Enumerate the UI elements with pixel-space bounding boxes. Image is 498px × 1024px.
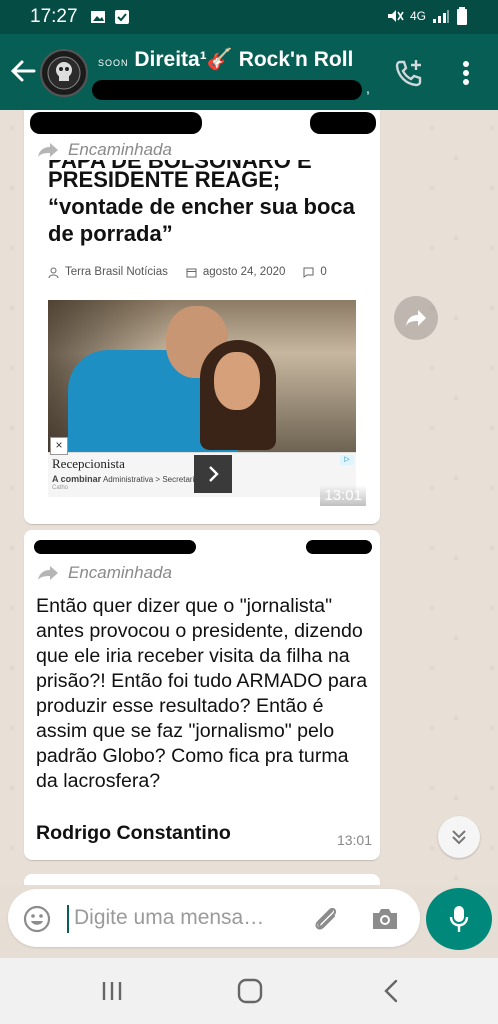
system-nav-bar bbox=[0, 958, 498, 1024]
chat-area[interactable]: Encaminhada PAPA DE BOLSONARO E PRESIDEN… bbox=[0, 110, 498, 885]
message-time: 13:01 bbox=[336, 832, 372, 848]
article-date: agosto 24, 2020 bbox=[202, 266, 286, 278]
message-bubble[interactable]: Encaminhada Então quer dizer que o "jorn… bbox=[24, 530, 380, 860]
scroll-to-bottom-button[interactable] bbox=[438, 816, 480, 858]
chevron-right-icon bbox=[209, 466, 219, 482]
author-icon bbox=[48, 267, 59, 278]
battery-icon bbox=[457, 7, 467, 25]
message-time: 13:01 bbox=[320, 485, 366, 506]
group-title: Direita¹🎸 Rock'n Roll bbox=[134, 48, 354, 71]
signal-icon bbox=[433, 10, 449, 23]
calendar-icon bbox=[186, 268, 197, 277]
message-input[interactable] bbox=[74, 889, 294, 947]
back-arrow-icon[interactable] bbox=[8, 56, 38, 86]
ad-subtitle: A combinar Administrativa > Secretariado bbox=[52, 474, 208, 484]
members-tail: , bbox=[366, 80, 370, 96]
forward-arrow-icon bbox=[38, 143, 58, 157]
article-comments: 0 bbox=[320, 266, 327, 278]
text-cursor bbox=[67, 905, 69, 933]
ad-brand: Catho bbox=[52, 485, 69, 491]
mute-icon bbox=[387, 10, 404, 22]
group-avatar[interactable] bbox=[40, 49, 88, 97]
ad-close-button[interactable]: × bbox=[50, 437, 68, 455]
home-icon[interactable] bbox=[236, 978, 264, 1004]
group-prefix: SOON bbox=[98, 58, 129, 68]
forward-arrow-icon bbox=[38, 566, 58, 580]
image-icon bbox=[90, 11, 105, 23]
phone-redacted bbox=[310, 112, 376, 134]
status-bar: 17:27 4G bbox=[0, 0, 498, 34]
forward-share-icon bbox=[406, 310, 426, 326]
article-photo bbox=[48, 300, 356, 452]
message-signature: Rodrigo Constantino bbox=[36, 822, 231, 844]
microphone-icon bbox=[449, 906, 469, 932]
mic-button[interactable] bbox=[426, 888, 492, 950]
members-redacted bbox=[92, 80, 362, 100]
comment-icon bbox=[303, 267, 314, 278]
link-preview-article[interactable]: PAPA DE BOLSONARO E PRESIDENTE REAGE; “v… bbox=[30, 160, 374, 512]
status-time: 17:27 bbox=[30, 6, 78, 27]
ad-next-button[interactable] bbox=[194, 455, 232, 493]
ad-title: Recepcionista bbox=[52, 456, 125, 471]
nav-back-icon[interactable] bbox=[380, 978, 402, 1004]
message-bubble[interactable]: Encaminhada PAPA DE BOLSONARO E PRESIDEN… bbox=[24, 110, 380, 524]
share-button[interactable] bbox=[394, 296, 438, 340]
network-type: 4G bbox=[409, 9, 426, 23]
message-composer bbox=[8, 889, 420, 947]
article-meta: Terra Brasil Notícias agosto 24, 2020 0 bbox=[48, 266, 327, 278]
article-headline: PRESIDENTE REAGE; “vontade de encher sua… bbox=[48, 167, 355, 246]
message-bubble-partial[interactable] bbox=[24, 874, 380, 885]
skull-logo-icon bbox=[47, 56, 81, 90]
chat-header: SOON Direita¹🎸 Rock'n Roll , bbox=[0, 34, 498, 110]
forwarded-label: Encaminhada bbox=[36, 140, 172, 160]
forwarded-label: Encaminhada bbox=[36, 563, 172, 583]
sender-redacted bbox=[34, 540, 196, 554]
double-chevron-down-icon bbox=[452, 830, 466, 845]
ad-banner[interactable]: × Recepcionista A combinar Administrativ… bbox=[48, 437, 356, 497]
ad-choices-icon[interactable]: ▷ bbox=[340, 455, 354, 465]
recent-apps-icon[interactable] bbox=[100, 980, 124, 1002]
checkbox-icon bbox=[114, 10, 129, 24]
camera-icon[interactable] bbox=[370, 905, 400, 933]
more-vert-icon[interactable] bbox=[456, 58, 476, 88]
paperclip-icon[interactable] bbox=[310, 905, 342, 933]
sender-redacted bbox=[30, 112, 202, 134]
add-call-icon[interactable] bbox=[392, 56, 426, 90]
phone-redacted bbox=[306, 540, 372, 554]
emoji-icon[interactable] bbox=[22, 904, 52, 934]
article-source: Terra Brasil Notícias bbox=[65, 266, 168, 278]
group-name[interactable]: SOON Direita¹🎸 Rock'n Roll bbox=[98, 48, 353, 72]
message-text: Então quer dizer que o "jornalista" ante… bbox=[36, 595, 368, 792]
